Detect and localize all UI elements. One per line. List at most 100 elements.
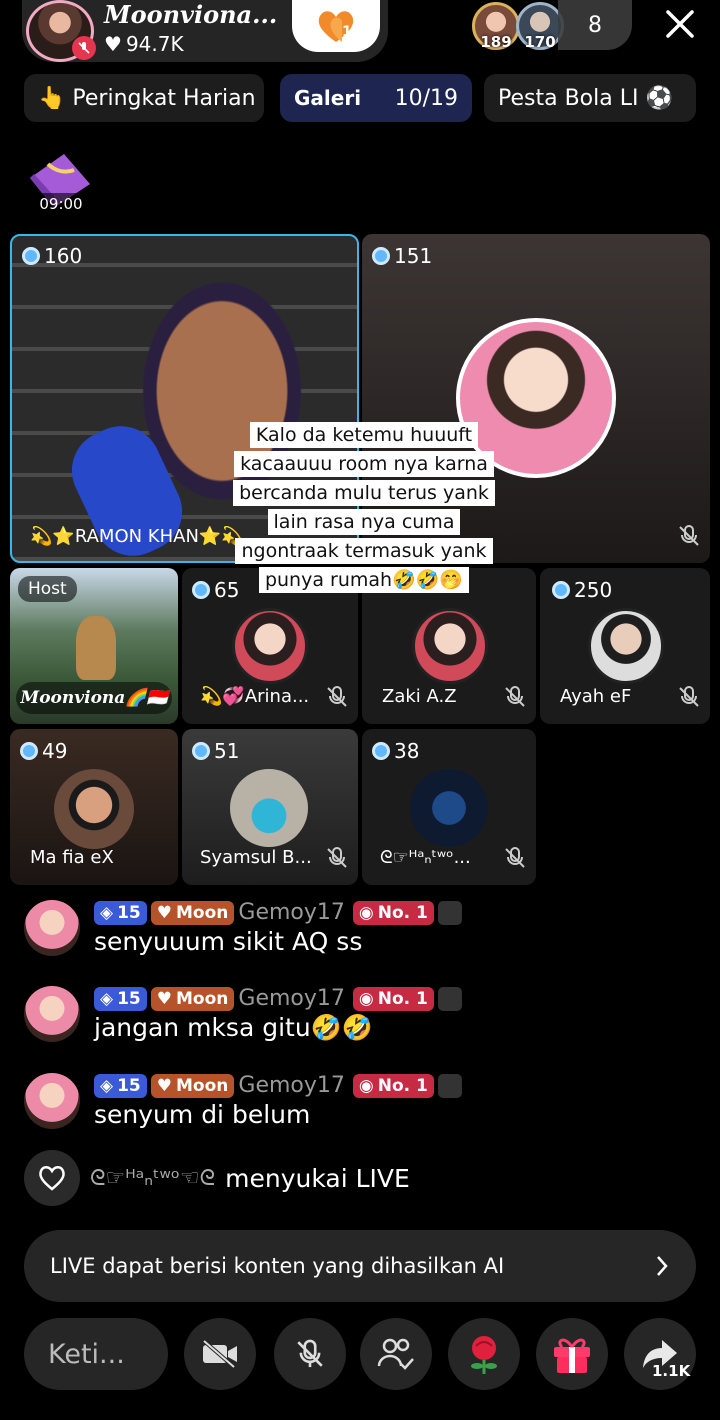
score-value: 51	[214, 739, 240, 763]
like-username[interactable]: ᘓ☞ᴴᵃₙᵗʷᵒ☜ᘓ	[90, 1166, 215, 1191]
mic-off-icon	[679, 686, 699, 707]
top-viewer-avatar[interactable]: 170	[516, 2, 564, 51]
host-tile[interactable]: Host Moonviona🌈🇮🇩	[10, 568, 178, 724]
rank-value: No. 1	[377, 988, 428, 1009]
level-badge: ◈ 15	[94, 900, 147, 925]
gift-timer: 09:00	[32, 193, 90, 215]
likes-count: 94.7K	[125, 32, 184, 56]
guest-tile[interactable]: 250 Ayah eF	[540, 568, 710, 724]
rank-badge: ◉ No. 1	[352, 1073, 434, 1098]
chat-avatar[interactable]	[24, 1073, 80, 1129]
guest-name: Zaki A.Z	[382, 686, 457, 707]
heart-icon: ♥	[104, 32, 122, 56]
share-button[interactable]: 1.1K	[624, 1318, 696, 1390]
score-value: 250	[574, 578, 613, 602]
score-value: 38	[394, 739, 420, 763]
score-value: 49	[42, 739, 68, 763]
tag-daily-ranking[interactable]: 👆 Peringkat Harian	[24, 74, 264, 122]
tag-label: Pesta Bola LI	[498, 85, 639, 111]
guest-tile[interactable]: 49 Ma fia eX	[10, 729, 178, 885]
gem-icon	[372, 247, 390, 265]
mic-off-icon	[327, 686, 347, 707]
ball-icon: ⚽	[645, 85, 673, 111]
camera-off-button[interactable]	[184, 1318, 256, 1390]
host-likes: ♥ 94.7K	[104, 32, 184, 56]
mic-off-icon	[505, 847, 525, 868]
tag-gallery[interactable]: Galeri 10/19	[280, 74, 472, 122]
gem-icon	[20, 742, 38, 760]
close-icon[interactable]	[660, 4, 700, 44]
gem-icon	[192, 581, 210, 599]
notice-text: LIVE dapat berisi konten yang dihasilkan…	[50, 1254, 505, 1278]
top-viewer-avatar[interactable]: 189	[472, 2, 520, 51]
guest-avatar	[410, 769, 488, 847]
club-name: Moon	[176, 902, 229, 923]
club-badge: ♥ Moon	[150, 986, 235, 1011]
follow-icon[interactable]	[437, 986, 462, 1011]
level-badge: ◈ 15	[94, 1073, 147, 1098]
mic-off-button[interactable]	[274, 1318, 346, 1390]
club-name: Moon	[176, 988, 229, 1009]
share-count: 1.1K	[652, 1362, 691, 1380]
chat-message[interactable]: ◈ 15 ♥ Moon Gemoy17 ◉ No. 1 senyum di be…	[24, 1073, 462, 1129]
host-name: Moonviona...	[104, 0, 278, 29]
guest-avatar	[54, 769, 134, 849]
chat-text: senyum di belum	[94, 1100, 311, 1129]
score-badge: 160	[22, 244, 82, 268]
guest-name: ᘓ☞ᴴᵃₙᵗʷᵒ...	[380, 847, 471, 868]
viewer-rank: 170	[524, 33, 556, 51]
club-name: Moon	[176, 1075, 229, 1096]
gallery-count: 10/19	[394, 85, 458, 111]
tag-event[interactable]: Pesta Bola LI ⚽	[484, 74, 696, 122]
level-value: 15	[117, 988, 141, 1009]
guest-avatar	[230, 769, 308, 847]
level-value: 15	[117, 902, 141, 923]
guest-avatar	[412, 608, 488, 684]
mic-off-icon	[679, 525, 699, 546]
guest-name: Ayah eF	[560, 686, 632, 707]
chat-username[interactable]: Gemoy17	[238, 986, 345, 1011]
rank-value: No. 1	[377, 902, 428, 923]
guests-button[interactable]	[360, 1318, 432, 1390]
follow-icon[interactable]	[437, 900, 462, 925]
caption-text: Kalo da ketemu huuuft kacaauuu room nya …	[233, 422, 495, 593]
fan-club-button[interactable]: 18	[292, 0, 380, 52]
users-check-icon	[377, 1338, 414, 1370]
chat-text: senyuuum sikit AQ ss	[94, 927, 363, 956]
chat-avatar[interactable]	[24, 900, 80, 956]
hand-icon: 👆	[38, 85, 66, 111]
host-label: Host	[18, 576, 77, 602]
chat-message[interactable]: ◈ 15 ♥ Moon Gemoy17 ◉ No. 1 jangan mksa …	[24, 986, 462, 1043]
rose-gift-button[interactable]	[448, 1318, 520, 1390]
guest-tile[interactable]: 38 ᘓ☞ᴴᵃₙᵗʷᵒ...	[362, 729, 536, 885]
comment-input[interactable]: Keti...	[24, 1318, 168, 1390]
chevron-right-icon	[657, 1256, 668, 1276]
score-badge: 49	[20, 739, 67, 763]
ai-content-notice[interactable]: LIVE dapat berisi konten yang dihasilkan…	[24, 1230, 696, 1302]
chat-avatar[interactable]	[24, 986, 80, 1042]
guest-name: 💫💞Arina...	[200, 686, 310, 707]
rose-icon	[471, 1336, 497, 1374]
guest-tile[interactable]: 51 Syamsul B...	[182, 729, 358, 885]
host-cat-image	[76, 616, 116, 680]
tag-label: Galeri	[294, 86, 362, 110]
chat-message[interactable]: ◈ 15 ♥ Moon Gemoy17 ◉ No. 1 senyuuum sik…	[24, 900, 462, 956]
fan-level: 18	[342, 24, 362, 40]
viewer-count[interactable]: 8	[558, 0, 632, 50]
score-badge: 151	[372, 244, 432, 268]
gem-icon	[192, 742, 210, 760]
chat-username[interactable]: Gemoy17	[238, 900, 345, 925]
gift-icon	[554, 1338, 590, 1373]
chat-username[interactable]: Gemoy17	[238, 1073, 345, 1098]
follow-icon[interactable]	[437, 1073, 462, 1098]
gem-icon	[22, 247, 40, 265]
rank-badge: ◉ No. 1	[352, 986, 434, 1011]
guest-avatar	[588, 608, 664, 684]
like-text: menyukai LIVE	[225, 1163, 410, 1193]
score-badge: 51	[192, 739, 239, 763]
gift-button[interactable]	[536, 1318, 608, 1390]
mic-off-icon	[505, 686, 525, 707]
caption-overlay: Kalo da ketemu huuuft kacaauuu room nya …	[228, 421, 500, 595]
gem-icon	[372, 742, 390, 760]
level-value: 15	[117, 1075, 141, 1096]
